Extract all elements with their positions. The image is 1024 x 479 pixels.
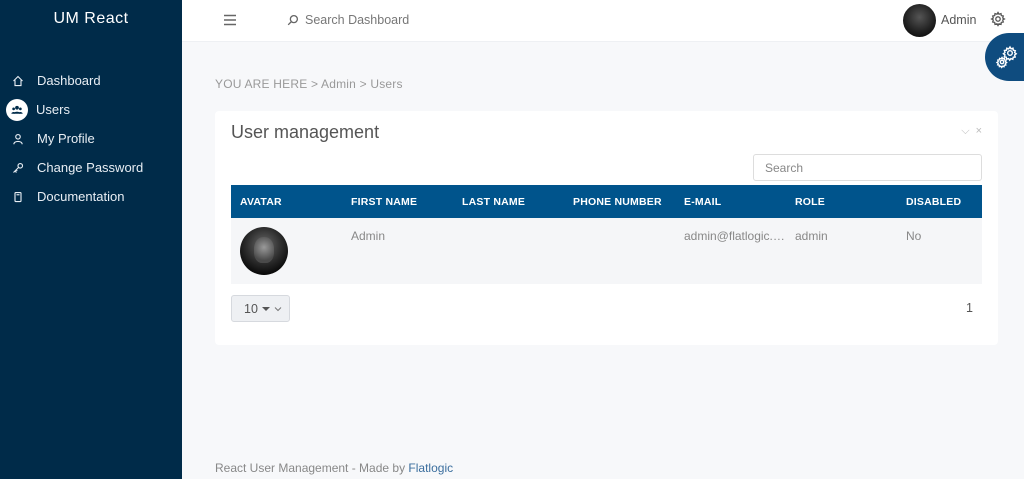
home-icon	[10, 73, 25, 88]
column-header-disabled[interactable]: DISABLED	[897, 185, 982, 218]
sidebar-item-change-password[interactable]: Change Password	[0, 153, 182, 182]
cell-last-name	[453, 218, 564, 284]
column-header-first-name[interactable]: FIRST NAME	[342, 185, 453, 218]
menu-icon[interactable]	[222, 12, 238, 28]
card-controls: ⌵ ×	[961, 125, 982, 138]
sidebar-item-label: Dashboard	[37, 73, 101, 88]
gear-icon[interactable]	[990, 11, 1006, 27]
page-title: User management	[231, 122, 380, 142]
sidebar-item-documentation[interactable]: Documentation	[0, 182, 182, 211]
sidebar-item-dashboard[interactable]: Dashboard	[0, 66, 182, 95]
avatar[interactable]	[903, 4, 936, 37]
breadcrumb: YOU ARE HERE > Admin > Users	[215, 77, 403, 91]
sidebar: UM React Dashboard Users My Profile Chan…	[0, 0, 182, 479]
footer-text: React User Management - Made by	[215, 461, 409, 475]
sidebar-item-label: My Profile	[37, 131, 95, 146]
book-icon	[10, 189, 25, 204]
avatar	[240, 227, 288, 275]
search-icon	[286, 13, 300, 27]
cell-email: admin@flatlogic.com	[675, 218, 786, 284]
column-header-last-name[interactable]: LAST NAME	[453, 185, 564, 218]
app-logo[interactable]: UM React	[0, 10, 182, 28]
sidebar-item-my-profile[interactable]: My Profile	[0, 124, 182, 153]
column-header-role[interactable]: ROLE	[786, 185, 897, 218]
collapse-icon[interactable]: ⌵	[961, 125, 969, 138]
footer: React User Management - Made by Flatlogi…	[215, 461, 453, 475]
user-name[interactable]: Admin	[941, 13, 976, 27]
users-icon	[6, 98, 28, 121]
sidebar-item-label: Change Password	[37, 160, 144, 175]
users-table: AVATAR FIRST NAME LAST NAME PHONE NUMBER…	[231, 185, 982, 284]
page-size-select[interactable]: 10	[231, 295, 290, 322]
dashboard-search-input[interactable]: Search Dashboard	[305, 13, 409, 27]
pagination-page[interactable]: 1	[966, 301, 973, 315]
table-header-row: AVATAR FIRST NAME LAST NAME PHONE NUMBER…	[231, 185, 982, 218]
sidebar-item-label: Users	[36, 102, 70, 117]
user-management-card: User management ⌵ × AVATAR FIRST NAME LA…	[215, 111, 998, 345]
cell-role: admin	[786, 218, 897, 284]
cell-phone	[564, 218, 675, 284]
page-size-value: 10	[244, 301, 258, 316]
sidebar-item-label: Documentation	[37, 189, 125, 204]
settings-panel-toggle[interactable]	[985, 33, 1024, 81]
close-icon[interactable]: ×	[976, 125, 982, 138]
gears-icon	[995, 45, 1017, 69]
table-row[interactable]: Admin admin@flatlogic.com admin No	[231, 218, 982, 284]
footer-link[interactable]: Flatlogic	[408, 461, 453, 475]
key-icon	[10, 160, 25, 175]
sidebar-nav: Dashboard Users My Profile Change Passwo…	[0, 66, 182, 211]
user-icon	[10, 131, 25, 146]
caret-down-icon	[261, 306, 270, 311]
sidebar-item-users[interactable]: Users	[0, 95, 182, 124]
cell-first-name: Admin	[342, 218, 453, 284]
column-header-avatar[interactable]: AVATAR	[231, 185, 342, 218]
cell-avatar	[231, 218, 342, 284]
cell-disabled: No	[897, 218, 982, 284]
column-header-phone-number[interactable]: PHONE NUMBER	[564, 185, 675, 218]
chevron-down-icon	[274, 306, 282, 311]
column-header-email[interactable]: E-MAIL	[675, 185, 786, 218]
top-header: Search Dashboard Admin	[182, 0, 1024, 42]
search-input[interactable]	[753, 154, 982, 181]
